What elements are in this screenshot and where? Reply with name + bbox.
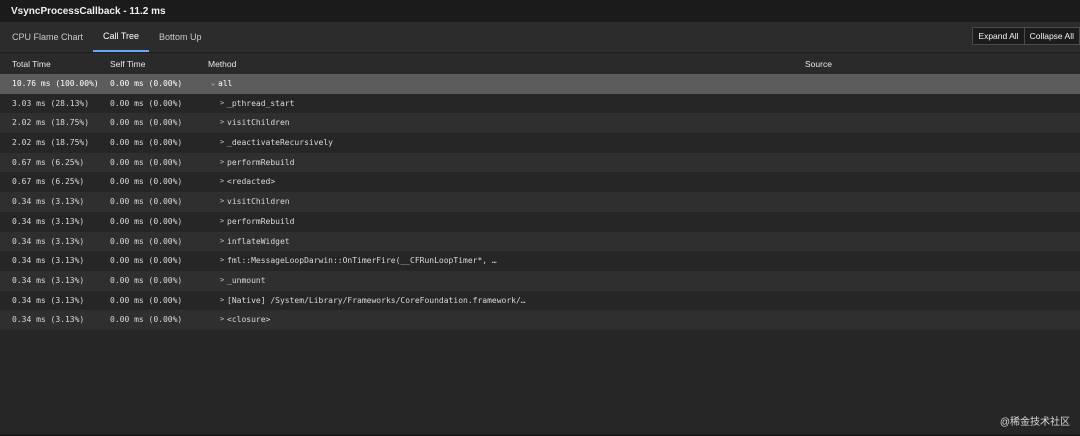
tab-call-tree[interactable]: Call Tree — [93, 22, 150, 52]
table-row[interactable]: 3.03 ms (28.13%) 0.00 ms (0.00%) > _pthread… — [0, 93, 1080, 114]
total-time-cell: 0.34 ms (3.13%) — [12, 315, 85, 325]
column-self-time[interactable]: Self Time — [110, 59, 145, 69]
chevron-right-icon[interactable]: > — [220, 217, 224, 225]
method-cell: _deactivateRecursively — [227, 138, 333, 148]
total-time-cell: 2.02 ms (18.75%) — [12, 118, 90, 128]
table-row[interactable]: 0.67 ms (6.25%) 0.00 ms (0.00%) > <redacted… — [0, 172, 1080, 193]
total-time-cell: 0.34 ms (3.13%) — [12, 256, 85, 266]
chevron-right-icon[interactable]: > — [220, 276, 224, 284]
collapse-all-button[interactable]: Collapse All — [1024, 27, 1080, 45]
method-cell: [Native] /System/Library/Frameworks/Core… — [227, 295, 526, 305]
total-time-cell: 10.76 ms (100.00%) — [12, 79, 99, 88]
self-time-cell: 0.00 ms (0.00%) — [110, 295, 183, 305]
table-row[interactable]: 0.34 ms (3.13%) 0.00 ms (0.00%) > fml::Mess… — [0, 251, 1080, 271]
total-time-cell: 0.34 ms (3.13%) — [12, 275, 85, 285]
method-cell: performRebuild — [227, 216, 295, 226]
total-time-cell: 0.34 ms (3.13%) — [12, 216, 85, 226]
table-row[interactable]: 0.34 ms (3.13%) 0.00 ms (0.00%) > [Native] … — [0, 290, 1080, 311]
chevron-right-icon[interactable]: > — [220, 99, 224, 107]
column-total-time[interactable]: Total Time — [12, 59, 51, 69]
self-time-cell: 0.00 ms (0.00%) — [110, 138, 183, 148]
tree-actions: Expand All Collapse All — [972, 27, 1080, 45]
window-title: VsyncProcessCallback - 11.2 ms — [11, 5, 166, 17]
method-cell: visitChildren — [227, 197, 290, 207]
total-time-cell: 0.67 ms (6.25%) — [12, 177, 85, 187]
total-time-cell: 0.34 ms (3.13%) — [12, 236, 85, 246]
method-cell: _unmount — [227, 275, 266, 285]
table-row[interactable]: 0.67 ms (6.25%) 0.00 ms (0.00%) > performRe… — [0, 152, 1080, 173]
chevron-right-icon[interactable]: > — [220, 158, 224, 166]
table-row[interactable]: 0.34 ms (3.13%) 0.00 ms (0.00%) > performRe… — [0, 211, 1080, 232]
tab-bar: CPU Flame Chart Call Tree Bottom Up Expa… — [0, 22, 1080, 53]
chevron-right-icon[interactable]: > — [220, 197, 224, 205]
self-time-cell: 0.00 ms (0.00%) — [110, 197, 183, 207]
self-time-cell: 0.00 ms (0.00%) — [110, 236, 183, 246]
table-row[interactable]: 0.34 ms (3.13%) 0.00 ms (0.00%) > <closure> — [0, 310, 1080, 330]
table-row[interactable]: 0.34 ms (3.13%) 0.00 ms (0.00%) > inflateWi… — [0, 231, 1080, 252]
table-row[interactable]: 10.76 ms (100.00%) 0.00 ms (0.00%) ⌄ all — [0, 74, 1080, 94]
table-row[interactable]: 2.02 ms (18.75%) 0.00 ms (0.00%) > _deactiv… — [0, 133, 1080, 153]
self-time-cell: 0.00 ms (0.00%) — [110, 177, 183, 187]
chevron-down-icon[interactable]: ⌄ — [211, 79, 215, 87]
chevron-right-icon[interactable]: > — [220, 177, 224, 185]
watermark: @稀金技术社区 — [999, 417, 1070, 428]
total-time-cell: 0.34 ms (3.13%) — [12, 197, 85, 207]
chevron-right-icon[interactable]: > — [220, 237, 224, 245]
total-time-cell: 3.03 ms (28.13%) — [12, 98, 90, 108]
method-cell: fml::MessageLoopDarwin::OnTimerFire(__CF… — [227, 256, 497, 266]
method-cell: _pthread_start — [227, 98, 295, 108]
chevron-right-icon[interactable]: > — [220, 296, 224, 304]
self-time-cell: 0.00 ms (0.00%) — [110, 157, 183, 167]
tab-bottom-up[interactable]: Bottom Up — [149, 22, 212, 52]
method-cell: visitChildren — [227, 118, 290, 128]
self-time-cell: 0.00 ms (0.00%) — [110, 79, 183, 88]
window-titlebar: VsyncProcessCallback - 11.2 ms — [0, 0, 1080, 22]
chevron-right-icon[interactable]: > — [220, 256, 224, 264]
column-source[interactable]: Source — [805, 59, 832, 69]
table-row[interactable]: 0.34 ms (3.13%) 0.00 ms (0.00%) > _unmount — [0, 270, 1080, 291]
table-header: Total Time Self Time Method Source — [0, 53, 1080, 76]
method-cell: <redacted> — [227, 177, 276, 187]
chevron-right-icon[interactable]: > — [220, 118, 224, 126]
self-time-cell: 0.00 ms (0.00%) — [110, 275, 183, 285]
call-tree-table: 10.76 ms (100.00%) 0.00 ms (0.00%) ⌄ all 3.0… — [0, 74, 1080, 330]
method-cell: all — [218, 79, 233, 88]
method-cell: inflateWidget — [227, 236, 290, 246]
self-time-cell: 0.00 ms (0.00%) — [110, 98, 183, 108]
self-time-cell: 0.00 ms (0.00%) — [110, 216, 183, 226]
table-row[interactable]: 2.02 ms (18.75%) 0.00 ms (0.00%) > visitChi… — [0, 113, 1080, 134]
chevron-right-icon[interactable]: > — [220, 315, 224, 323]
expand-all-button[interactable]: Expand All — [972, 27, 1025, 45]
self-time-cell: 0.00 ms (0.00%) — [110, 118, 183, 128]
total-time-cell: 2.02 ms (18.75%) — [12, 138, 90, 148]
self-time-cell: 0.00 ms (0.00%) — [110, 256, 183, 266]
method-cell: performRebuild — [227, 157, 295, 167]
method-cell: <closure> — [227, 315, 271, 325]
total-time-cell: 0.34 ms (3.13%) — [12, 295, 85, 305]
total-time-cell: 0.67 ms (6.25%) — [12, 157, 85, 167]
tab-cpu-flame-chart[interactable]: CPU Flame Chart — [0, 22, 93, 52]
self-time-cell: 0.00 ms (0.00%) — [110, 315, 183, 325]
table-row[interactable]: 0.34 ms (3.13%) 0.00 ms (0.00%) > visitChil… — [0, 192, 1080, 212]
column-method[interactable]: Method — [208, 59, 236, 69]
chevron-right-icon[interactable]: > — [220, 138, 224, 146]
